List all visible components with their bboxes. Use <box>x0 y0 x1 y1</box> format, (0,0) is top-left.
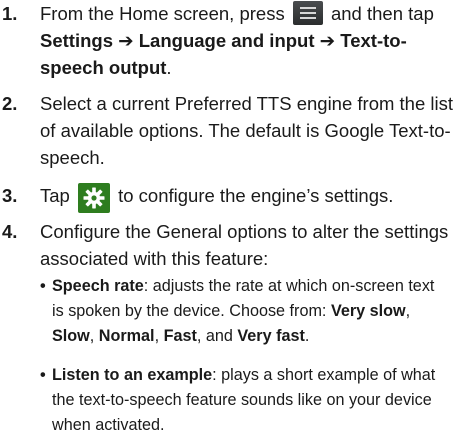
list-item-listen-example: • Listen to an example: plays a short ex… <box>40 363 450 438</box>
step-text: Configure the General options to alter t… <box>40 221 449 269</box>
sep: . <box>304 327 310 345</box>
option-value: Normal <box>98 327 155 345</box>
step-number: 1. <box>2 3 18 24</box>
step-number: 2. <box>2 93 18 114</box>
step-text: Tap to configure the engine’s settings. <box>40 182 470 213</box>
step-text-part: . <box>166 57 172 78</box>
step-text-part: and then tap <box>330 3 434 24</box>
step-text: From the Home screen, press and then tap… <box>40 0 470 81</box>
sep: , <box>405 302 411 320</box>
sep: , and <box>196 327 238 345</box>
option-value: Very fast <box>237 327 305 345</box>
option-value: Slow <box>52 327 90 345</box>
option-term: Speech rate <box>52 277 144 295</box>
settings-path: Settings ➔ Language and input ➔ Text-to-… <box>40 30 407 78</box>
step-text-part: From the Home screen, press <box>40 3 285 24</box>
list-item-speech-rate: • Speech rate: adjusts the rate at which… <box>40 274 450 349</box>
step-text-part: Tap <box>40 185 70 206</box>
list-item-text: Speech rate: adjusts the rate at which o… <box>52 274 450 349</box>
step-number: 3. <box>2 185 18 206</box>
step-text-part: to configure the engine’s settings. <box>118 185 394 206</box>
bullet-dot: • <box>40 277 46 295</box>
option-term: Listen to an example <box>52 366 213 384</box>
bullet-dot: • <box>40 366 46 384</box>
gear-icon-graphic <box>83 187 105 209</box>
sep: , <box>154 327 164 345</box>
list-item-text: Listen to an example: plays a short exam… <box>52 363 450 438</box>
option-value: Fast <box>163 327 197 345</box>
step-number: 4. <box>2 221 18 242</box>
option-value: Very slow <box>330 302 406 320</box>
step-text: Select a current Preferred TTS engine fr… <box>40 93 454 168</box>
sep: , <box>89 327 99 345</box>
gear-icon <box>77 183 110 213</box>
menu-icon <box>292 1 323 25</box>
